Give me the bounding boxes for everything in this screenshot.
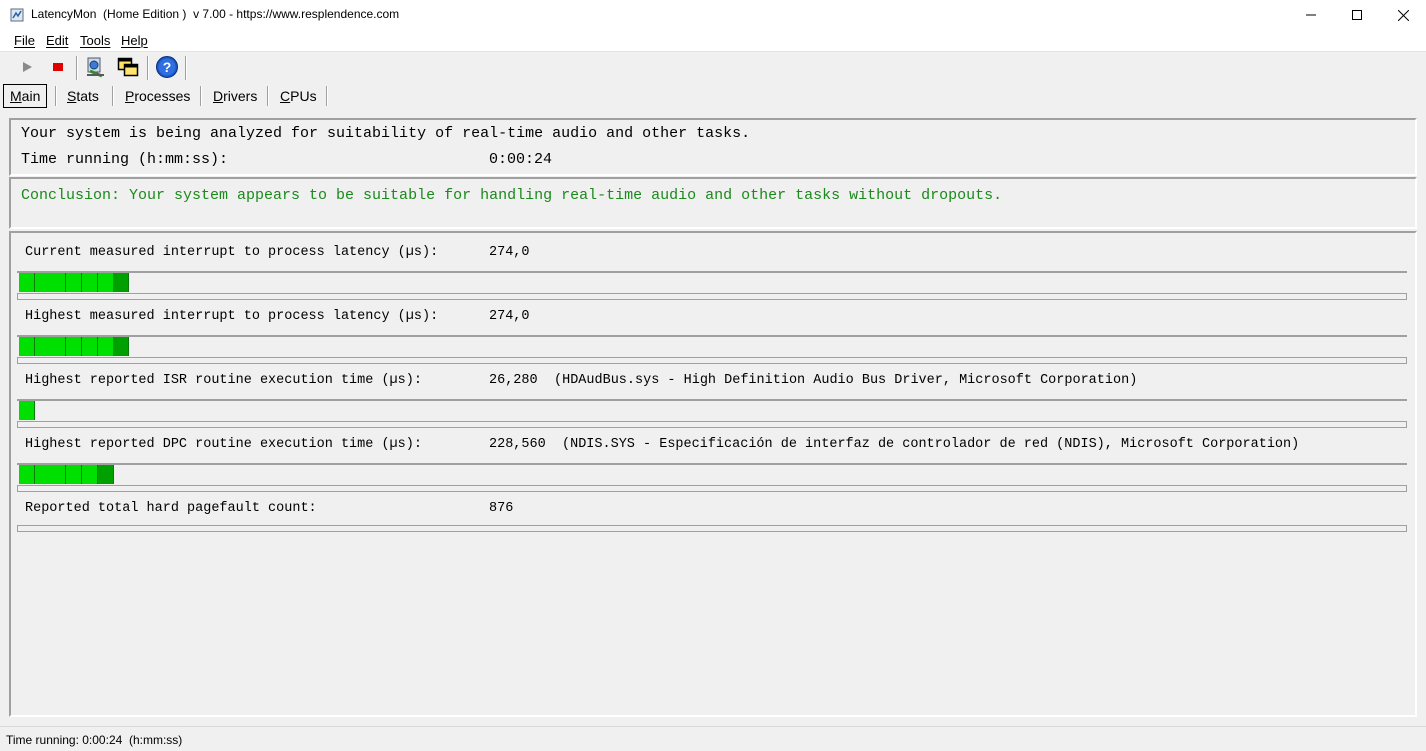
tab-main-label: Main [10,88,41,104]
meter-segment [35,465,51,484]
highest-latency-meter [17,335,1407,357]
toolbar-separator [147,56,149,80]
meter-segment [82,337,98,356]
kernel-timer-icon [84,55,108,82]
meter-underline [17,421,1407,428]
meter-segment [19,401,35,420]
toolbar-separator [76,56,78,80]
isr-time-meter-fill [19,401,35,420]
meter-segment [66,337,82,356]
menu-bar: File Edit Tools Help [0,30,1426,52]
dpc-time-value: 228,560 [489,437,546,452]
dpc-time-meter-fill [19,465,114,484]
meter-segment [19,337,35,356]
highest-latency-meter-fill [19,337,129,356]
metrics-panel: Current measured interrupt to process la… [9,231,1417,717]
isr-time-meter [17,399,1407,421]
meter-segment [98,337,114,356]
isr-time-value: 26,280 [489,373,538,388]
status-bar-text: Time running: 0:00:24 (h:mm:ss) [6,733,183,747]
tab-main[interactable]: Main [3,84,48,108]
analysis-text: Your system is being analyzed for suitab… [21,125,751,142]
meter-segment [35,273,51,292]
tab-separator [326,86,328,106]
meter-segment [50,465,66,484]
windows-overlap-icon [116,55,140,82]
pagefault-value: 876 [489,501,514,516]
menu-help[interactable]: Help [121,33,148,48]
meter-underline [17,357,1407,364]
highest-latency-label: Highest measured interrupt to process la… [25,309,439,324]
window-title: LatencyMon (Home Edition ) v 7.00 - http… [31,7,400,21]
maximize-button[interactable] [1334,0,1380,30]
menu-file[interactable]: File [14,33,35,48]
isr-driver-detail: (HDAudBus.sys - High Definition Audio Bu… [554,373,1138,388]
meter-segment [50,273,66,292]
help-button[interactable]: ? [154,55,180,81]
tab-cpus[interactable]: CPUs [274,84,323,108]
current-latency-value: 274,0 [489,245,530,260]
tab-drivers-label: Drivers [213,88,258,104]
minimize-button[interactable] [1288,0,1334,30]
menu-tools[interactable]: Tools [80,33,110,48]
stop-icon [51,60,65,77]
dpc-time-meter [17,463,1407,485]
tab-separator [200,86,202,106]
meter-segment [82,465,98,484]
meter-segment [19,273,35,292]
conclusion-text: Conclusion: Your system appears to be su… [21,187,1003,204]
time-running-value: 0:00:24 [489,151,553,168]
toolbar-separator [185,56,187,80]
tab-separator [267,86,269,106]
title-bar: LatencyMon (Home Edition ) v 7.00 - http… [0,0,1426,30]
tab-bar: Main Stats Processes Drivers CPUs [0,83,1426,109]
dpc-time-label: Highest reported DPC routine execution t… [25,437,422,452]
meter-segment [66,273,82,292]
toolbar: ? [0,53,1426,83]
isr-time-label: Highest reported ISR routine execution t… [25,373,422,388]
windows-button[interactable] [115,55,141,81]
current-latency-label: Current measured interrupt to process la… [25,245,439,260]
tab-stats[interactable]: Stats [61,84,105,108]
meter-segment [50,337,66,356]
meter-segment [98,273,114,292]
tab-stats-label: Stats [67,88,99,104]
pagefault-label: Reported total hard pagefault count: [25,501,317,516]
meter-segment [35,337,51,356]
current-latency-meter-fill [19,273,129,292]
meter-segment [98,465,114,484]
tab-separator [112,86,114,106]
meter-segment [82,273,98,292]
meter-segment [113,337,129,356]
help-icon: ? [155,55,179,82]
meter-underline [17,485,1407,492]
time-running-label: Time running (h:mm:ss): [21,151,229,168]
svg-text:?: ? [163,59,172,75]
stop-button[interactable] [45,55,71,81]
dpc-driver-detail: (NDIS.SYS - Especificación de interfaz d… [562,437,1300,452]
close-button[interactable] [1380,0,1426,30]
highest-latency-value: 274,0 [489,309,530,324]
meter-underline [17,525,1407,532]
meter-segment [113,273,129,292]
play-icon [20,60,34,77]
analysis-panel: Your system is being analyzed for suitab… [9,118,1417,176]
tab-processes[interactable]: Processes [119,84,196,108]
status-bar: Time running: 0:00:24 (h:mm:ss) [0,726,1426,751]
meter-segment [19,465,35,484]
play-button[interactable] [14,55,40,81]
menu-edit[interactable]: Edit [46,33,68,48]
tab-processes-label: Processes [125,88,191,104]
current-latency-meter [17,271,1407,293]
tab-cpus-label: CPUs [280,88,317,104]
latencymon-app-icon [10,7,26,23]
tab-separator [55,86,57,106]
tab-drivers[interactable]: Drivers [207,84,263,108]
meter-underline [17,293,1407,300]
kernel-timer-button[interactable] [83,55,109,81]
conclusion-panel: Conclusion: Your system appears to be su… [9,177,1417,229]
meter-segment [66,465,82,484]
